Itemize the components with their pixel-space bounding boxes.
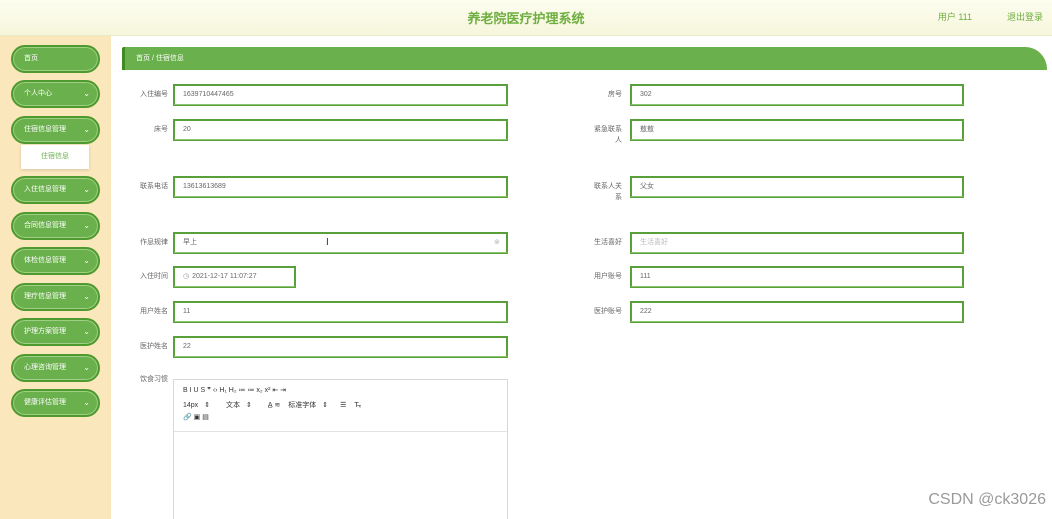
chevron-down-icon: ⌄ (83, 398, 90, 407)
sidebar-item-accommodation[interactable]: 住宿信息管理 ⌄ (11, 116, 100, 144)
label-line: 紧急联系 (594, 126, 622, 133)
font-color-buttons[interactable]: A̲ ≋ (268, 402, 280, 409)
relation-input[interactable]: 父女 (630, 176, 964, 197)
sidebar-item-health-assessment[interactable]: 健康评估管理 ⌄ (11, 389, 100, 417)
clear-format-icon[interactable]: T̶ₓ (354, 402, 361, 409)
phone-input[interactable]: 13613613689 (173, 176, 508, 197)
text-type-select[interactable]: 文本 (226, 402, 240, 409)
watermark: CSDN @ck3026 (928, 491, 1046, 508)
chevron-down-icon: ⌄ (83, 327, 90, 336)
sidebar-item-label: 理疗信息管理 (24, 293, 66, 300)
font-size-select[interactable]: 14px (183, 402, 198, 409)
label-line: 系 (615, 194, 622, 201)
chevron-down-icon: ⌄ (83, 185, 90, 194)
align-icon[interactable]: ☰ (340, 402, 346, 409)
sidebar-item-label: 心理咨询管理 (24, 364, 66, 371)
label-line: 人 (615, 137, 622, 144)
chevron-down-icon: ⌄ (83, 363, 90, 372)
text-cursor-icon: I (326, 237, 329, 248)
logout-link[interactable]: 退出登录 (1007, 10, 1043, 23)
user-account-input[interactable]: 111 (630, 266, 964, 287)
sidebar-item-label: 入住信息管理 (24, 186, 66, 193)
sidebar-item-personal-center[interactable]: 个人中心 ⌄ (11, 80, 100, 108)
sidebar-item-contract[interactable]: 合同信息管理 ⌄ (11, 212, 100, 240)
sidebar-item-label: 首页 (24, 55, 38, 62)
preference-label: 生活喜好 (594, 239, 622, 246)
sidebar-item-label: 住宿信息管理 (24, 126, 66, 133)
diet-label: 饮食习惯 (140, 376, 168, 383)
chevron-down-icon: ⌄ (83, 256, 90, 265)
routine-input[interactable]: 早上 (173, 232, 508, 253)
bed-no-label: 床号 (154, 126, 168, 133)
room-no-input[interactable]: 302 (630, 84, 964, 105)
bed-no-input[interactable]: 20 (173, 119, 508, 140)
chevron-down-icon: ⌄ (83, 292, 90, 301)
checkin-time-value: 2021-12-17 11:07:27 (192, 273, 257, 280)
checkin-no-label: 入住编号 (140, 91, 168, 98)
clock-icon: ◷ (183, 273, 190, 280)
nurse-account-label: 医护账号 (594, 308, 622, 315)
label-line: 联系人关 (594, 183, 622, 190)
user-name-label: 用户姓名 (140, 308, 168, 315)
phone-label: 联系电话 (140, 183, 168, 190)
app-title: 养老院医疗护理系统 (467, 11, 585, 26)
sidebar-item-home[interactable]: 首页 (11, 45, 100, 73)
emergency-contact-input[interactable]: 敖敖 (630, 119, 964, 140)
room-no-label: 房号 (608, 91, 622, 98)
user-name-input[interactable]: 11 (173, 301, 508, 322)
sidebar-item-label: 合同信息管理 (24, 222, 66, 229)
checkin-no-input[interactable]: 1639710447465 (173, 84, 508, 105)
editor-toolbar-format-buttons[interactable]: B I U S ❞ ‹› H₁ H₂ ≔ ≔ x₂ x² ⇤ ⇥ (183, 386, 286, 394)
sidebar-item-label: 健康评估管理 (24, 399, 66, 406)
preference-input[interactable]: 生活喜好 (630, 232, 964, 253)
chevron-down-icon: ⌄ (83, 221, 90, 230)
editor-toolbar-media-buttons[interactable]: 🔗 ▣ ▤ (183, 413, 209, 421)
current-user[interactable]: 用户 111 (938, 10, 972, 23)
nurse-account-input[interactable]: 222 (630, 301, 964, 322)
sidebar-item-therapy[interactable]: 理疗信息管理 ⌄ (11, 283, 100, 311)
emergency-contact-label: 紧急联系人 (576, 124, 622, 146)
sidebar (0, 36, 111, 519)
editor-toolbar-row2: 14px ⇕ 文本 ⇕ A̲ ≋ 标准字体 ⇕ ☰ T̶ₓ (183, 400, 367, 410)
chevron-down-icon: ⌄ (83, 125, 90, 134)
sidebar-item-label: 体检信息管理 (24, 257, 66, 264)
sidebar-item-label: 护理方案管理 (24, 328, 66, 335)
sidebar-item-care-plan[interactable]: 护理方案管理 ⌄ (11, 318, 100, 346)
top-header: 养老院医疗护理系统 用户 111 退出登录 (0, 0, 1052, 36)
sidebar-item-label: 个人中心 (24, 90, 52, 97)
chevron-down-icon: ⌄ (83, 89, 90, 98)
breadcrumb: 首页 / 住宿信息 (122, 47, 1047, 70)
sidebar-item-physical-exam[interactable]: 体检信息管理 ⌄ (11, 247, 100, 275)
relation-label: 联系人关系 (576, 181, 622, 203)
checkin-time-picker[interactable]: ◷ 2021-12-17 11:07:27 (173, 266, 296, 287)
chevron-down-icon: ⇕ (204, 402, 211, 409)
sidebar-item-checkin[interactable]: 入住信息管理 ⌄ (11, 176, 100, 204)
chevron-down-icon: ⇕ (322, 402, 329, 409)
sidebar-subitem-accommodation-info[interactable]: 住宿信息 (21, 145, 89, 169)
clear-icon[interactable]: ⊗ (494, 238, 500, 246)
routine-label: 作息规律 (140, 239, 168, 246)
user-account-label: 用户账号 (594, 273, 622, 280)
chevron-down-icon: ⇕ (246, 402, 252, 409)
nurse-name-input[interactable]: 22 (173, 336, 508, 357)
font-family-select[interactable]: 标准字体 (288, 402, 316, 409)
nurse-name-label: 医护姓名 (140, 343, 168, 350)
checkin-time-label: 入住时间 (140, 273, 168, 280)
sidebar-item-counseling[interactable]: 心理咨询管理 ⌄ (11, 354, 100, 382)
